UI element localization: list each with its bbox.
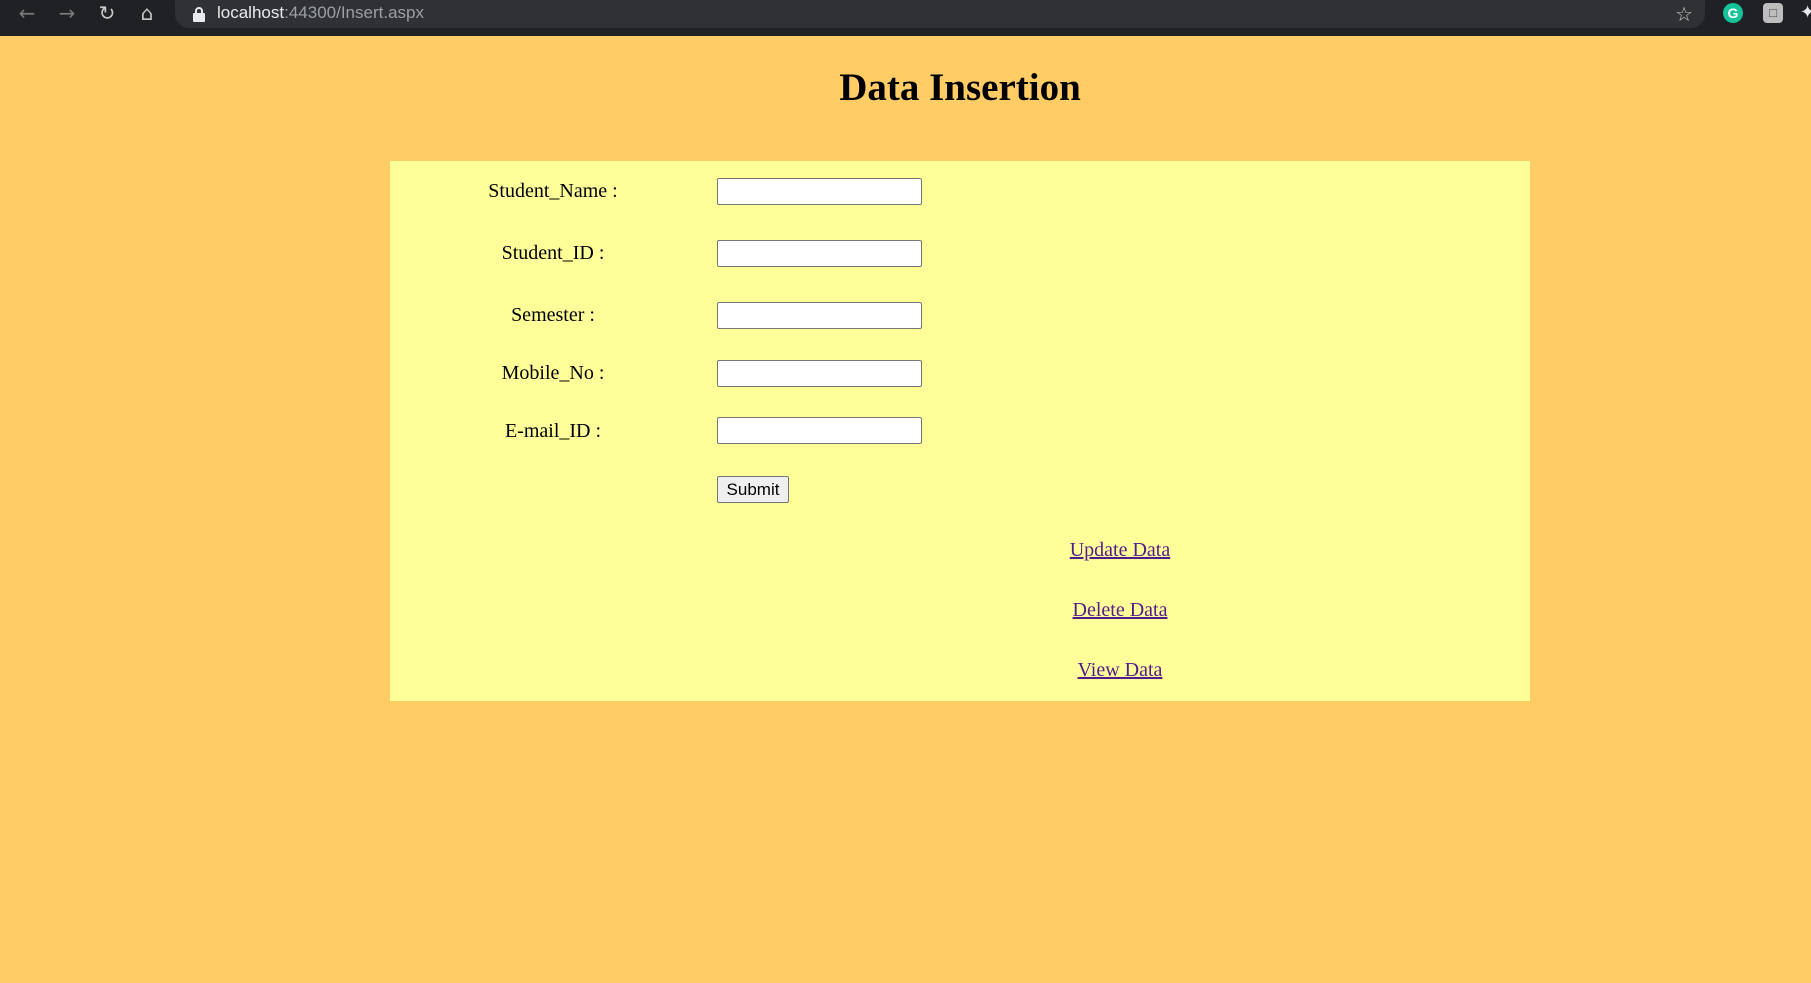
semester-input[interactable] bbox=[717, 302, 922, 329]
reload-icon[interactable]: ↻ bbox=[89, 0, 125, 26]
email-id-label: E-mail_ID : bbox=[504, 420, 602, 442]
view-data-link[interactable]: View Data bbox=[1000, 658, 1240, 682]
extension-icon[interactable]: □ bbox=[1763, 3, 1783, 23]
student-id-input[interactable] bbox=[717, 240, 922, 267]
page-title: Data Insertion bbox=[839, 66, 1081, 109]
star-icon[interactable]: ☆ bbox=[1675, 1, 1693, 27]
browser-toolbar: ← → ↻ ⌂ localhost:44300/Insert.aspx ☆ G … bbox=[0, 0, 1811, 36]
forward-icon[interactable]: → bbox=[49, 0, 85, 26]
url-path: :44300/Insert.aspx bbox=[284, 3, 424, 22]
email-id-input[interactable] bbox=[717, 417, 922, 444]
update-data-link[interactable]: Update Data bbox=[1000, 538, 1240, 562]
delete-data-link[interactable]: Delete Data bbox=[1000, 598, 1240, 622]
semester-label: Semester : bbox=[511, 304, 595, 326]
url-text[interactable]: localhost:44300/Insert.aspx bbox=[217, 3, 424, 23]
back-icon[interactable]: ← bbox=[9, 0, 45, 26]
mobile-no-label: Mobile_No : bbox=[501, 362, 605, 384]
url-host: localhost bbox=[217, 3, 285, 22]
student-name-input[interactable] bbox=[717, 178, 922, 205]
puzzle-icon[interactable]: ✦ bbox=[1800, 0, 1811, 26]
grammarly-icon[interactable]: G bbox=[1723, 3, 1743, 23]
home-icon[interactable]: ⌂ bbox=[129, 0, 165, 26]
student-id-label: Student_ID : bbox=[501, 242, 605, 264]
mobile-no-input[interactable] bbox=[717, 360, 922, 387]
submit-button[interactable]: Submit bbox=[717, 476, 789, 503]
lock-icon[interactable] bbox=[192, 6, 206, 22]
student-name-label: Student_Name : bbox=[488, 180, 618, 202]
address-bar[interactable]: localhost:44300/Insert.aspx ☆ bbox=[175, 0, 1705, 28]
